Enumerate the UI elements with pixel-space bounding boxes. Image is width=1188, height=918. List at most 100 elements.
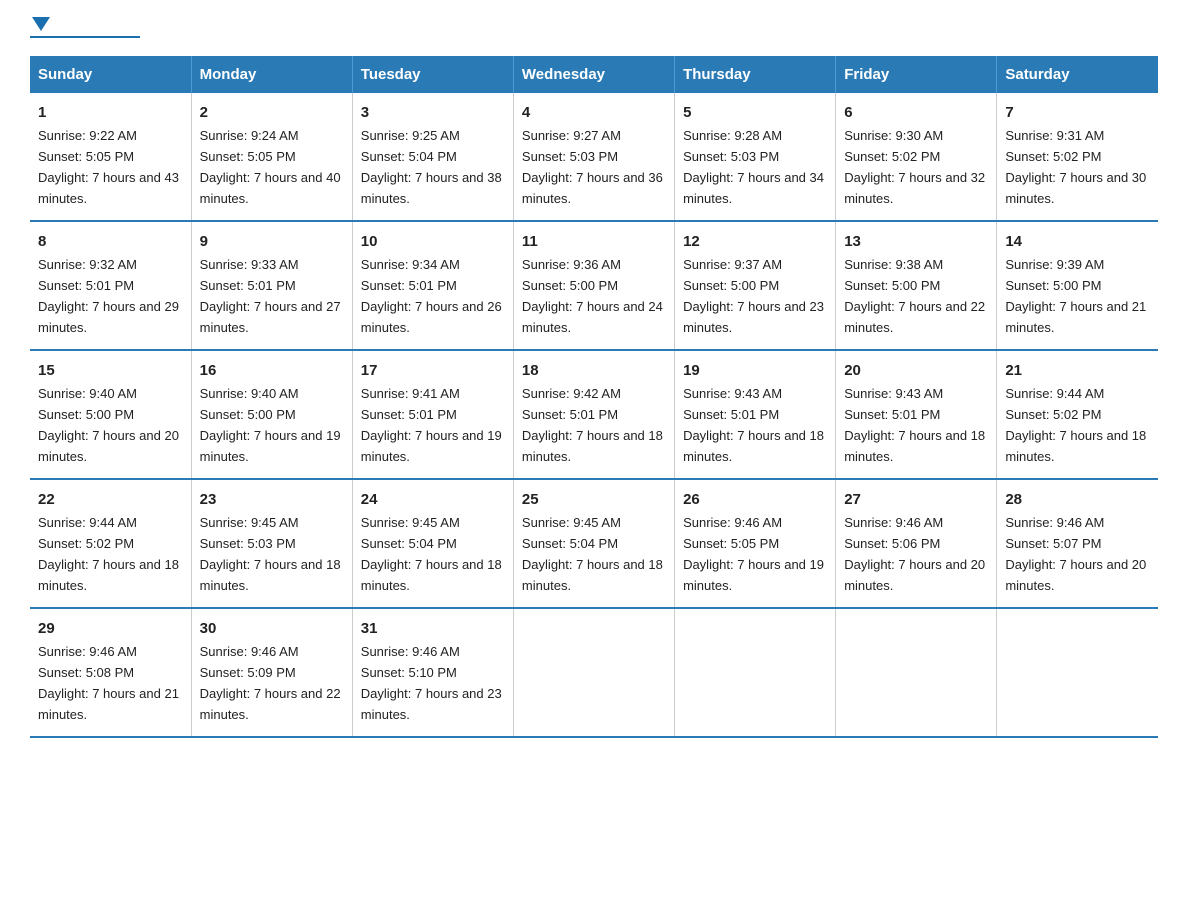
- daylight-text: Daylight: 7 hours and 20 minutes.: [38, 428, 179, 464]
- day-number: 7: [1005, 101, 1150, 124]
- sunset-text: Sunset: 5:05 PM: [38, 149, 134, 164]
- day-cell: [513, 608, 674, 737]
- sunset-text: Sunset: 5:01 PM: [38, 278, 134, 293]
- day-number: 24: [361, 488, 505, 511]
- week-row-1: 1 Sunrise: 9:22 AM Sunset: 5:05 PM Dayli…: [30, 93, 1158, 221]
- sunset-text: Sunset: 5:05 PM: [683, 536, 779, 551]
- day-number: 8: [38, 230, 183, 253]
- day-number: 4: [522, 101, 666, 124]
- sunset-text: Sunset: 5:04 PM: [522, 536, 618, 551]
- day-cell: 1 Sunrise: 9:22 AM Sunset: 5:05 PM Dayli…: [30, 93, 191, 221]
- day-cell: 22 Sunrise: 9:44 AM Sunset: 5:02 PM Dayl…: [30, 479, 191, 608]
- sunset-text: Sunset: 5:01 PM: [522, 407, 618, 422]
- sunset-text: Sunset: 5:00 PM: [522, 278, 618, 293]
- sunrise-text: Sunrise: 9:40 AM: [38, 386, 137, 401]
- sunrise-text: Sunrise: 9:44 AM: [1005, 386, 1104, 401]
- day-cell: 2 Sunrise: 9:24 AM Sunset: 5:05 PM Dayli…: [191, 93, 352, 221]
- day-number: 19: [683, 359, 827, 382]
- header-saturday: Saturday: [997, 56, 1158, 93]
- sunset-text: Sunset: 5:09 PM: [200, 665, 296, 680]
- day-cell: 15 Sunrise: 9:40 AM Sunset: 5:00 PM Dayl…: [30, 350, 191, 479]
- daylight-text: Daylight: 7 hours and 18 minutes.: [522, 557, 663, 593]
- sunset-text: Sunset: 5:03 PM: [200, 536, 296, 551]
- sunrise-text: Sunrise: 9:45 AM: [522, 515, 621, 530]
- daylight-text: Daylight: 7 hours and 20 minutes.: [1005, 557, 1146, 593]
- day-cell: 18 Sunrise: 9:42 AM Sunset: 5:01 PM Dayl…: [513, 350, 674, 479]
- sunset-text: Sunset: 5:06 PM: [844, 536, 940, 551]
- day-cell: 11 Sunrise: 9:36 AM Sunset: 5:00 PM Dayl…: [513, 221, 674, 350]
- header-monday: Monday: [191, 56, 352, 93]
- header-friday: Friday: [836, 56, 997, 93]
- sunrise-text: Sunrise: 9:42 AM: [522, 386, 621, 401]
- header-tuesday: Tuesday: [352, 56, 513, 93]
- day-cell: 21 Sunrise: 9:44 AM Sunset: 5:02 PM Dayl…: [997, 350, 1158, 479]
- day-cell: 12 Sunrise: 9:37 AM Sunset: 5:00 PM Dayl…: [675, 221, 836, 350]
- day-cell: 14 Sunrise: 9:39 AM Sunset: 5:00 PM Dayl…: [997, 221, 1158, 350]
- sunrise-text: Sunrise: 9:40 AM: [200, 386, 299, 401]
- sunset-text: Sunset: 5:02 PM: [844, 149, 940, 164]
- sunrise-text: Sunrise: 9:37 AM: [683, 257, 782, 272]
- day-cell: 31 Sunrise: 9:46 AM Sunset: 5:10 PM Dayl…: [352, 608, 513, 737]
- sunset-text: Sunset: 5:04 PM: [361, 536, 457, 551]
- sunset-text: Sunset: 5:01 PM: [844, 407, 940, 422]
- day-cell: 10 Sunrise: 9:34 AM Sunset: 5:01 PM Dayl…: [352, 221, 513, 350]
- sunrise-text: Sunrise: 9:46 AM: [361, 644, 460, 659]
- header-wednesday: Wednesday: [513, 56, 674, 93]
- page-header: [30, 20, 1158, 38]
- sunrise-text: Sunrise: 9:36 AM: [522, 257, 621, 272]
- day-cell: 30 Sunrise: 9:46 AM Sunset: 5:09 PM Dayl…: [191, 608, 352, 737]
- sunset-text: Sunset: 5:10 PM: [361, 665, 457, 680]
- sunrise-text: Sunrise: 9:46 AM: [683, 515, 782, 530]
- day-cell: [997, 608, 1158, 737]
- sunrise-text: Sunrise: 9:45 AM: [200, 515, 299, 530]
- sunrise-text: Sunrise: 9:24 AM: [200, 128, 299, 143]
- daylight-text: Daylight: 7 hours and 18 minutes.: [522, 428, 663, 464]
- sunrise-text: Sunrise: 9:46 AM: [38, 644, 137, 659]
- day-cell: [836, 608, 997, 737]
- daylight-text: Daylight: 7 hours and 19 minutes.: [683, 557, 824, 593]
- sunset-text: Sunset: 5:02 PM: [38, 536, 134, 551]
- week-row-3: 15 Sunrise: 9:40 AM Sunset: 5:00 PM Dayl…: [30, 350, 1158, 479]
- day-cell: 3 Sunrise: 9:25 AM Sunset: 5:04 PM Dayli…: [352, 93, 513, 221]
- sunset-text: Sunset: 5:07 PM: [1005, 536, 1101, 551]
- day-cell: 26 Sunrise: 9:46 AM Sunset: 5:05 PM Dayl…: [675, 479, 836, 608]
- day-number: 1: [38, 101, 183, 124]
- calendar-header-row: SundayMondayTuesdayWednesdayThursdayFrid…: [30, 56, 1158, 93]
- daylight-text: Daylight: 7 hours and 22 minutes.: [844, 299, 985, 335]
- sunrise-text: Sunrise: 9:33 AM: [200, 257, 299, 272]
- day-cell: 13 Sunrise: 9:38 AM Sunset: 5:00 PM Dayl…: [836, 221, 997, 350]
- sunrise-text: Sunrise: 9:46 AM: [1005, 515, 1104, 530]
- day-number: 6: [844, 101, 988, 124]
- sunset-text: Sunset: 5:05 PM: [200, 149, 296, 164]
- day-cell: 27 Sunrise: 9:46 AM Sunset: 5:06 PM Dayl…: [836, 479, 997, 608]
- sunset-text: Sunset: 5:00 PM: [844, 278, 940, 293]
- sunset-text: Sunset: 5:01 PM: [200, 278, 296, 293]
- daylight-text: Daylight: 7 hours and 18 minutes.: [361, 557, 502, 593]
- week-row-4: 22 Sunrise: 9:44 AM Sunset: 5:02 PM Dayl…: [30, 479, 1158, 608]
- day-number: 28: [1005, 488, 1150, 511]
- sunset-text: Sunset: 5:00 PM: [683, 278, 779, 293]
- day-number: 14: [1005, 230, 1150, 253]
- daylight-text: Daylight: 7 hours and 18 minutes.: [1005, 428, 1146, 464]
- daylight-text: Daylight: 7 hours and 40 minutes.: [200, 170, 341, 206]
- day-cell: 24 Sunrise: 9:45 AM Sunset: 5:04 PM Dayl…: [352, 479, 513, 608]
- day-number: 5: [683, 101, 827, 124]
- daylight-text: Daylight: 7 hours and 27 minutes.: [200, 299, 341, 335]
- daylight-text: Daylight: 7 hours and 29 minutes.: [38, 299, 179, 335]
- day-number: 2: [200, 101, 344, 124]
- daylight-text: Daylight: 7 hours and 19 minutes.: [200, 428, 341, 464]
- sunrise-text: Sunrise: 9:22 AM: [38, 128, 137, 143]
- day-cell: 5 Sunrise: 9:28 AM Sunset: 5:03 PM Dayli…: [675, 93, 836, 221]
- daylight-text: Daylight: 7 hours and 18 minutes.: [844, 428, 985, 464]
- sunrise-text: Sunrise: 9:28 AM: [683, 128, 782, 143]
- sunset-text: Sunset: 5:00 PM: [1005, 278, 1101, 293]
- sunrise-text: Sunrise: 9:46 AM: [200, 644, 299, 659]
- day-number: 12: [683, 230, 827, 253]
- week-row-5: 29 Sunrise: 9:46 AM Sunset: 5:08 PM Dayl…: [30, 608, 1158, 737]
- day-cell: 28 Sunrise: 9:46 AM Sunset: 5:07 PM Dayl…: [997, 479, 1158, 608]
- day-number: 17: [361, 359, 505, 382]
- logo-triangle-icon: [32, 17, 50, 31]
- sunset-text: Sunset: 5:01 PM: [361, 407, 457, 422]
- daylight-text: Daylight: 7 hours and 18 minutes.: [38, 557, 179, 593]
- day-number: 25: [522, 488, 666, 511]
